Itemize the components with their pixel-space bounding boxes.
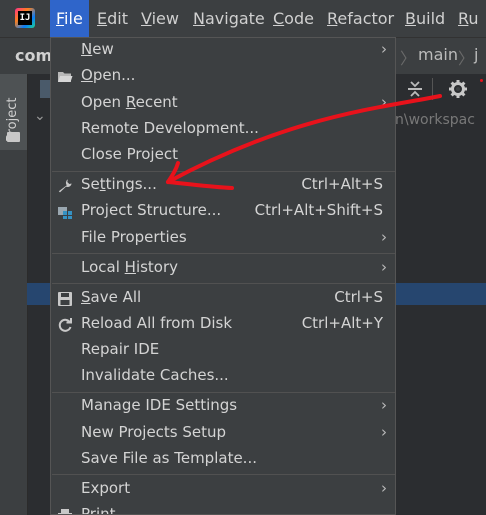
- annotation-arrow: [166, 94, 442, 190]
